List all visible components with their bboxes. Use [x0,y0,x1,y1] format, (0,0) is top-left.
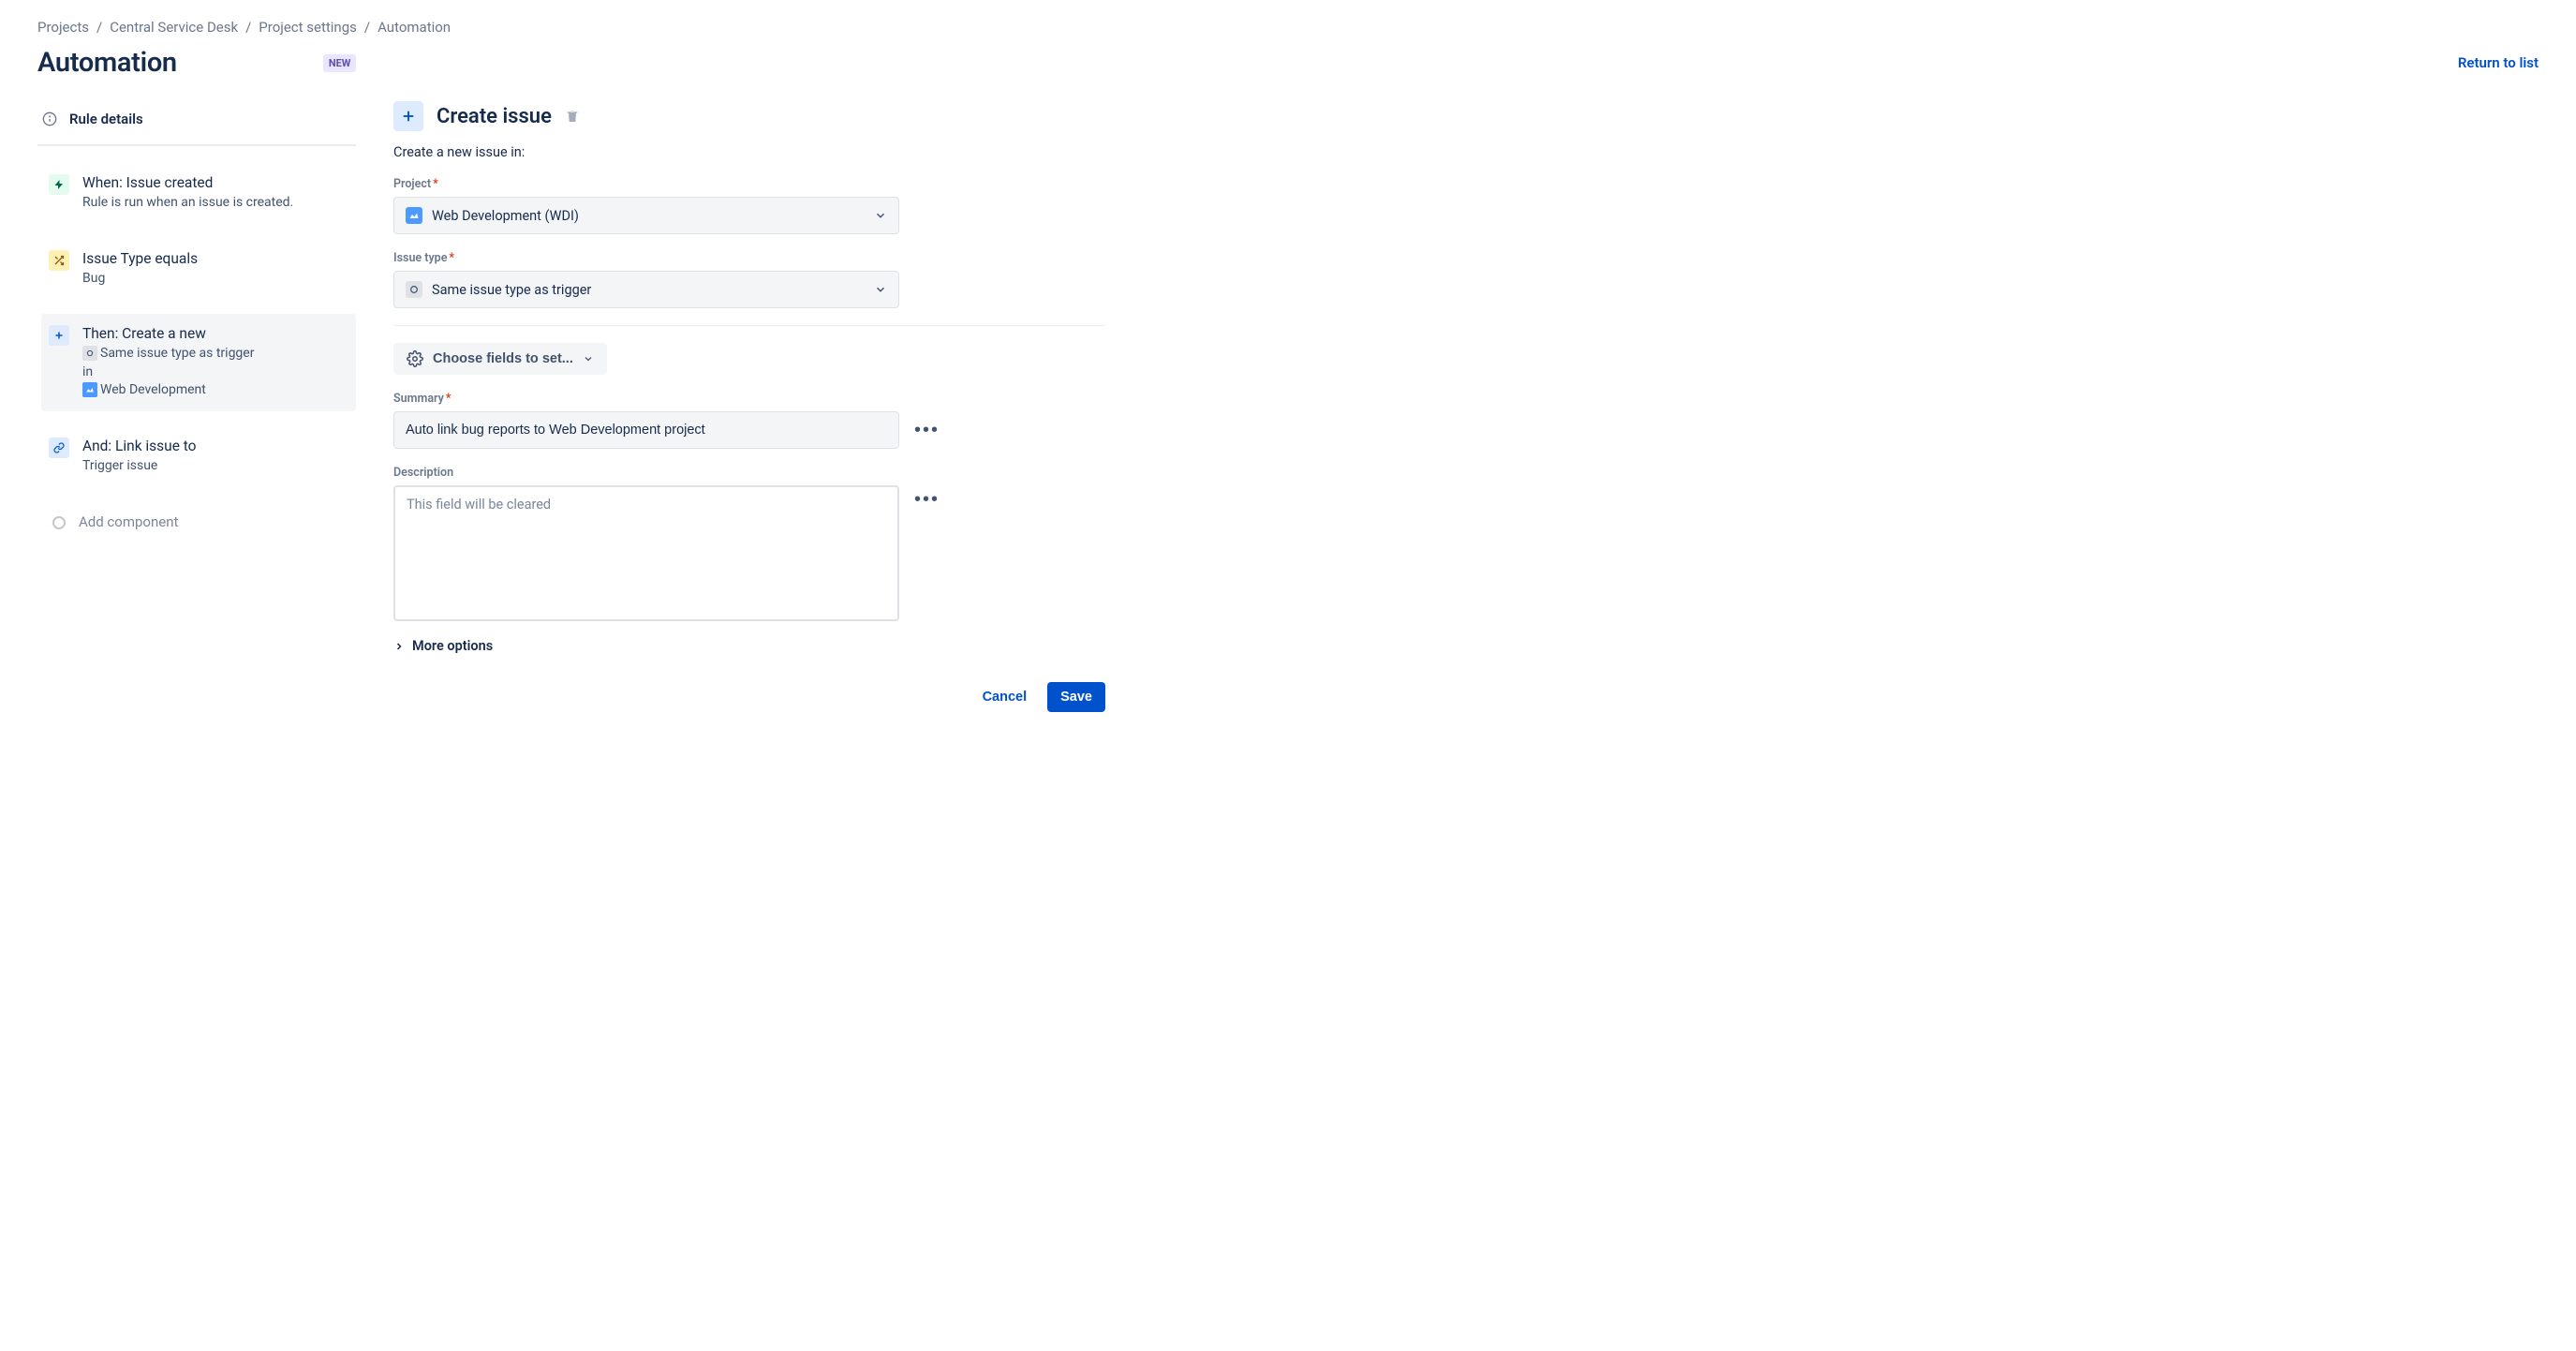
chevron-right-icon [393,641,405,652]
panel-title: Create issue [437,105,552,128]
more-options-toggle[interactable]: More options [393,638,1105,654]
return-to-list-link[interactable]: Return to list [2458,54,2539,71]
shuffle-icon [49,250,69,271]
project-icon [406,207,422,224]
breadcrumb: Projects / Central Service Desk / Projec… [37,19,2539,36]
rule-step-then[interactable]: Then: Create a new Same issue type as tr… [41,314,356,411]
issuetype-value: Same issue type as trigger [432,282,591,298]
summary-input[interactable] [393,411,899,449]
new-badge: NEW [323,54,357,72]
breadcrumb-separator: / [364,19,370,36]
rule-step-title: Issue Type equals [82,250,198,267]
project-select[interactable]: Web Development (WDI) [393,197,899,234]
add-component-label: Add component [79,513,178,530]
description-label: Description [393,466,1105,480]
rule-step-and[interactable]: And: Link issue to Trigger issue [41,426,356,487]
summary-more-button[interactable]: ••• [910,416,943,445]
rule-step-title: Then: Create a new [82,325,254,342]
ellipsis-icon: ••• [914,489,940,510]
breadcrumb-separator: / [96,19,102,36]
project-label: Project* [393,177,1105,191]
project-icon [82,382,97,397]
rule-sidebar: Rule details When: Issue created Rule is… [37,101,356,712]
panel-subtitle: Create a new issue in: [393,144,1105,160]
rule-details-label: Rule details [69,111,143,127]
issuetype-select[interactable]: Same issue type as trigger [393,271,899,308]
save-button[interactable]: Save [1047,682,1105,712]
rule-step-when[interactable]: When: Issue created Rule is run when an … [41,163,356,224]
rule-step-title: And: Link issue to [82,438,197,454]
link-icon [49,438,69,458]
rule-step-subtitle: Bug [82,270,198,289]
choose-fields-button[interactable]: Choose fields to set... [393,343,607,375]
rule-step-subtitle: Rule is run when an issue is created. [82,194,293,213]
info-icon [41,111,58,127]
rule-step-title: When: Issue created [82,174,293,191]
breadcrumb-projects[interactable]: Projects [37,19,89,36]
description-textarea[interactable] [393,485,899,621]
issuetype-icon [82,346,97,361]
add-circle-icon [52,516,66,529]
rule-step-condition[interactable]: Issue Type equals Bug [41,239,356,300]
issuetype-label: Issue type* [393,251,1105,265]
project-value: Web Development (WDI) [432,208,579,224]
breadcrumb-service-desk[interactable]: Central Service Desk [110,19,238,36]
chevron-down-icon [874,209,887,222]
page-title: Automation [37,47,177,79]
description-more-button[interactable]: ••• [910,485,943,514]
divider [393,325,1105,326]
breadcrumb-project-settings[interactable]: Project settings [259,19,357,36]
issuetype-icon [406,281,422,298]
ellipsis-icon: ••• [914,420,940,440]
summary-label: Summary* [393,392,1105,406]
plus-icon [393,101,423,131]
rule-step-subtitle: Trigger issue [82,457,197,476]
gear-icon [407,350,423,367]
lightning-icon [49,174,69,195]
action-panel: Create issue Create a new issue in: Proj… [393,101,1105,712]
rule-details-header[interactable]: Rule details [37,101,356,146]
plus-icon [49,325,69,346]
chevron-down-icon [583,353,594,364]
trash-icon[interactable] [565,109,580,124]
breadcrumb-automation[interactable]: Automation [378,19,451,36]
chevron-down-icon [874,283,887,296]
cancel-button[interactable]: Cancel [970,682,1041,712]
page-header: Automation NEW Return to list [37,47,2539,79]
rule-step-subtitle: Same issue type as trigger in Web Develo… [82,345,254,400]
add-component-button[interactable]: Add component [41,502,356,542]
breadcrumb-separator: / [245,19,251,36]
